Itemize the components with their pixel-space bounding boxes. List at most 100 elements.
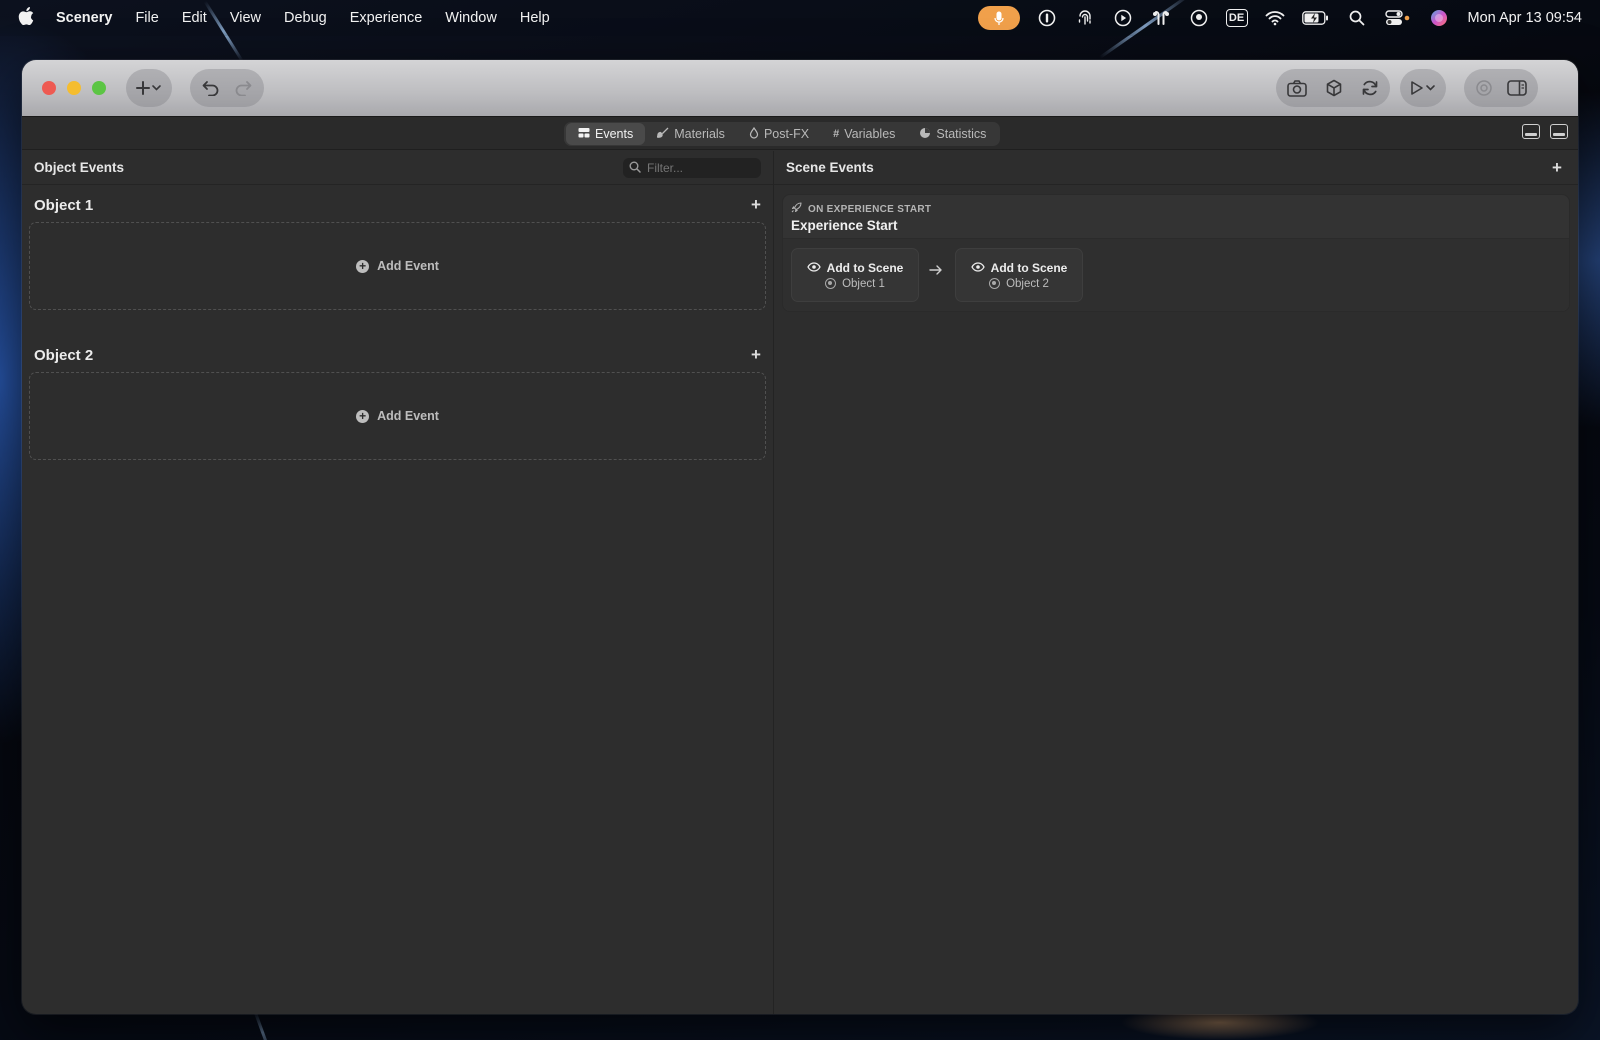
brush-icon: [655, 127, 669, 142]
settings-badge-icon[interactable]: [1475, 79, 1493, 97]
scene-event-card[interactable]: ON EXPERIENCE START Experience Start Add…: [782, 194, 1570, 312]
add-object-event-button[interactable]: +: [747, 195, 765, 214]
fingerprint-icon[interactable]: [1074, 9, 1096, 27]
scene-event-header: ON EXPERIENCE START Experience Start: [783, 195, 1569, 239]
add-event-label: Add Event: [377, 259, 439, 273]
object-section: Object 2 + + Add Event: [22, 333, 773, 481]
main-content: Object Events Object 1 + + Add Event Obj…: [22, 151, 1578, 1014]
apple-menu-icon[interactable]: [18, 6, 42, 30]
menu-file[interactable]: File: [135, 10, 158, 26]
undo-icon[interactable]: [202, 80, 220, 96]
menu-window[interactable]: Window: [445, 10, 497, 26]
window-minimize-button[interactable]: [67, 81, 81, 95]
redo-icon[interactable]: [234, 80, 252, 96]
spotlight-search-icon[interactable]: [1346, 9, 1368, 27]
tab-label: Variables: [844, 127, 896, 141]
refresh-icon[interactable]: [1361, 79, 1379, 97]
filter-input[interactable]: [647, 161, 747, 175]
wifi-icon[interactable]: [1264, 9, 1286, 27]
pane-title: Scene Events: [786, 160, 874, 175]
action-target: Object 1: [825, 278, 885, 290]
scene-events-header: Scene Events +: [774, 151, 1578, 185]
search-icon: [629, 161, 641, 176]
tab-label: Materials: [674, 127, 725, 141]
tab-statistics[interactable]: Statistics: [907, 123, 998, 145]
bottom-panel-icon[interactable]: [1522, 124, 1540, 139]
battery-charging-icon[interactable]: [1301, 9, 1330, 27]
object-title: Object 1: [34, 197, 94, 214]
action-title-label: Add to Scene: [826, 260, 904, 275]
add-dropdown-button[interactable]: [136, 81, 162, 95]
keyboard-layout-badge[interactable]: DE: [1225, 9, 1248, 27]
plus-circle-icon: +: [356, 409, 370, 423]
menu-debug[interactable]: Debug: [284, 10, 327, 26]
tab-post-fx[interactable]: Post-FX: [737, 123, 821, 145]
app-window: Events Materials Post-FX # Variables Sta…: [22, 60, 1578, 1014]
menu-bar: Scenery File Edit View Debug Experience …: [0, 0, 1600, 36]
panel-toggles: [1522, 124, 1568, 139]
add-event-dropzone[interactable]: + Add Event: [29, 222, 766, 310]
eye-icon: [970, 261, 985, 275]
action-target: Object 2: [989, 278, 1049, 290]
airpods-icon[interactable]: [1150, 9, 1172, 27]
camera-icon[interactable]: [1287, 79, 1307, 97]
trigger-type: ON EXPERIENCE START: [791, 202, 1561, 216]
action-title: Add to Scene: [970, 260, 1068, 275]
add-event-label: Add Event: [377, 409, 439, 423]
events-icon: [578, 127, 590, 142]
inspector-group: [1464, 69, 1538, 107]
filter-field[interactable]: [623, 158, 761, 178]
add-object-event-button[interactable]: +: [747, 345, 765, 364]
action-target-label: Object 1: [842, 277, 885, 290]
window-maximize-button[interactable]: [92, 81, 106, 95]
play-group: [1400, 69, 1446, 107]
tab-label: Statistics: [936, 127, 987, 141]
control-center-icon[interactable]: [1384, 9, 1412, 27]
action-node[interactable]: Add to Scene Object 1: [791, 248, 919, 302]
pane-title: Object Events: [34, 160, 125, 175]
tab-materials[interactable]: Materials: [645, 123, 737, 145]
cube-icon[interactable]: [1325, 79, 1343, 97]
trigger-type-label: ON EXPERIENCE START: [808, 203, 932, 215]
user-circle-icon[interactable]: [1188, 9, 1210, 27]
siri-icon[interactable]: [1428, 9, 1450, 27]
object-events-header: Object Events: [22, 151, 773, 185]
bottom-panel-full-icon[interactable]: [1550, 124, 1568, 139]
add-event-dropzone[interactable]: + Add Event: [29, 372, 766, 460]
scene-events-pane: Scene Events + ON EXPERIENCE START Exper…: [774, 151, 1578, 1014]
object-title: Object 2: [34, 347, 94, 364]
menu-help[interactable]: Help: [520, 10, 550, 26]
trigger-title: Experience Start: [791, 218, 898, 233]
action-chain: Add to Scene Object 1 Add to Scene Objec…: [783, 239, 1569, 311]
object-section: Object 1 + + Add Event: [22, 185, 773, 333]
action-title: Add to Scene: [806, 260, 904, 275]
target-icon: [989, 278, 1001, 289]
drop-icon: [749, 126, 759, 142]
menu-view[interactable]: View: [230, 10, 261, 26]
menu-edit[interactable]: Edit: [182, 10, 207, 26]
window-toolbar: [22, 60, 1578, 116]
action-target-label: Object 2: [1006, 277, 1049, 290]
tab-events[interactable]: Events: [566, 123, 646, 145]
action-title-label: Add to Scene: [990, 260, 1068, 275]
plus-circle-icon: +: [356, 259, 370, 273]
menu-clock[interactable]: Mon Apr 13 09:54: [1468, 10, 1582, 26]
history-group: [190, 69, 264, 107]
action-node[interactable]: Add to Scene Object 2: [955, 248, 1083, 302]
tab-label: Events: [595, 127, 634, 141]
password-manager-icon[interactable]: [1036, 9, 1058, 27]
microphone-icon[interactable]: [977, 6, 1020, 30]
sidebar-right-icon[interactable]: [1507, 80, 1527, 96]
add-scene-event-button[interactable]: +: [1548, 158, 1566, 177]
app-menu[interactable]: Scenery: [56, 10, 112, 26]
window-close-button[interactable]: [42, 81, 56, 95]
segmented-tabs: Events Materials Post-FX # Variables Sta…: [564, 122, 1001, 146]
eye-icon: [806, 261, 821, 275]
status-area: DE Mon Apr 13 09:54: [977, 6, 1582, 30]
play-circle-icon[interactable]: [1112, 9, 1134, 27]
play-dropdown-button[interactable]: [1409, 80, 1437, 96]
tab-bar: Events Materials Post-FX # Variables Sta…: [22, 116, 1578, 150]
tab-variables[interactable]: # Variables: [821, 123, 907, 145]
menu-experience[interactable]: Experience: [350, 10, 423, 26]
add-menu-group: [126, 69, 172, 107]
